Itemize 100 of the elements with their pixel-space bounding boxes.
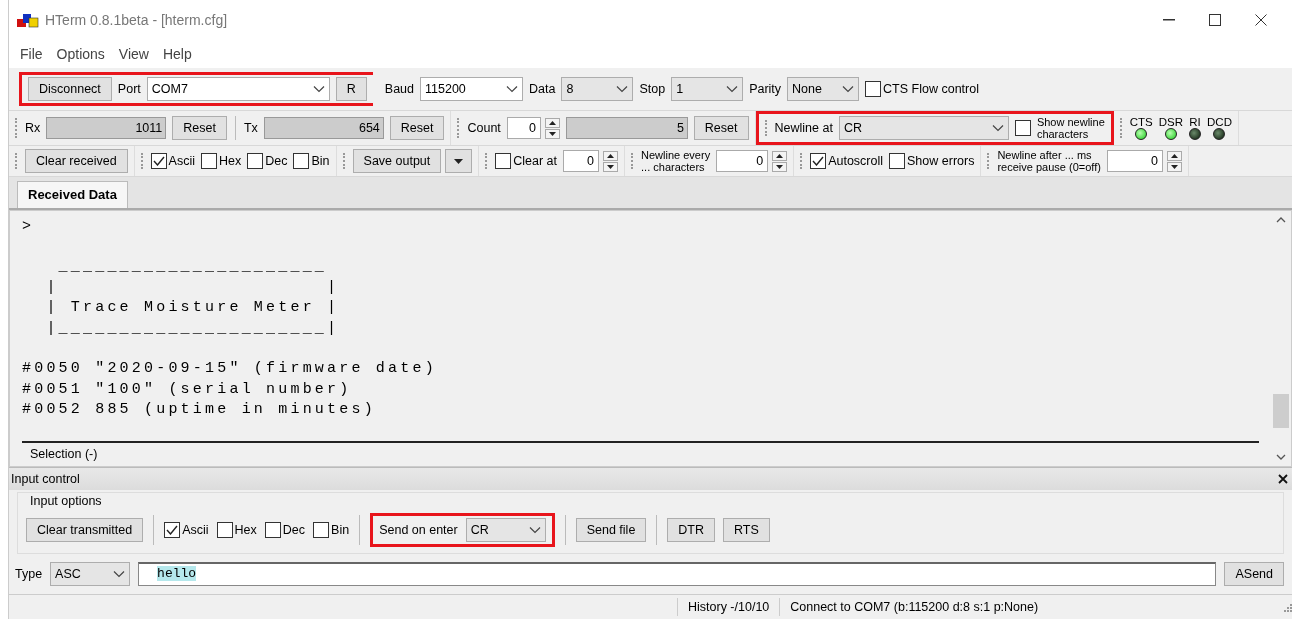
checkbox-option[interactable]: Clear at [495,151,558,171]
spin-up-button[interactable] [603,150,619,161]
button[interactable]: DTR [667,518,716,542]
menu-item[interactable]: View [111,41,156,67]
check-icon [812,156,825,166]
checkbox[interactable] [810,153,827,169]
field-label: Tx [243,119,258,137]
grip-handle[interactable] [764,120,769,136]
grip-handle[interactable] [1119,118,1124,138]
dropdown[interactable]: 115200 [420,77,523,101]
checkbox[interactable] [313,522,330,538]
spin-down-button[interactable] [603,161,619,172]
checkbox[interactable] [889,153,906,169]
status-text: Connect to COM7 (b:115200 d:8 s:1 p:None) [779,597,1282,617]
checkbox-option[interactable]: Autoscroll [810,151,884,171]
led-label: CTS [1129,116,1153,128]
checkbox[interactable] [293,153,310,169]
chevron-down-icon [528,526,541,534]
checkbox[interactable] [264,522,281,538]
up-arrow-icon [776,153,784,158]
button[interactable]: Clear transmitted [26,518,144,542]
button[interactable]: Reset [389,116,445,140]
grip-handle[interactable] [631,153,636,169]
checkbox-option[interactable]: Hex [216,520,257,540]
led-label: DCD [1207,116,1232,128]
checkbox-option[interactable]: Bin [313,520,350,540]
chevron-down-icon [842,85,855,93]
button[interactable]: RTS [723,518,770,542]
button[interactable]: Disconnect [28,77,112,101]
field-label: Send on enter [379,521,458,539]
terminal-line: #0051 "100" (serial number) [22,379,353,400]
field-label: Data [529,80,556,98]
checkbox-option[interactable]: Dec [264,520,306,540]
spin-down-button[interactable] [544,128,560,139]
button[interactable]: Reset [693,116,749,140]
menu-item[interactable]: Help [155,41,199,67]
checkbox[interactable] [150,153,167,169]
grip-handle[interactable] [15,153,19,169]
spin-down-button[interactable] [1166,161,1182,172]
chevron-down-icon [616,85,629,93]
checkbox-option[interactable]: Dec [247,151,288,171]
grip-handle[interactable] [15,118,19,138]
terminal-line: #0052 885 (uptime in minutes) [22,400,377,420]
grip-handle[interactable] [800,153,805,169]
checkbox[interactable] [201,153,217,169]
terminal-line: ______________________ [57,257,329,277]
terminal-line: | | [45,277,341,298]
spin-up-button[interactable] [772,150,788,161]
button[interactable]: Reset [172,116,227,140]
checkbox[interactable] [247,153,264,169]
grip-handle[interactable] [987,153,992,169]
counter-field: 654 [263,117,384,139]
checkbox-option[interactable]: Bin [293,151,330,171]
number-field[interactable]: 0 [563,150,600,172]
checkbox-option[interactable]: Show errors [889,151,975,171]
down-arrow-icon [548,131,556,136]
up-arrow-icon [607,153,615,158]
button[interactable]: Save output [352,149,442,173]
down-chevron-icon [1276,453,1286,460]
checkbox-option[interactable]: Show newline characters [1014,116,1105,140]
menu-item[interactable]: Options [49,41,112,67]
button[interactable]: Send file [575,518,647,542]
grip-handle[interactable] [485,153,490,169]
dropdown[interactable]: COM7 [146,77,330,101]
spin-up-button[interactable] [544,117,560,128]
grip-handle[interactable] [457,118,462,138]
field-label: Rx [25,119,41,137]
checkbox[interactable] [495,153,512,169]
spin-down-button[interactable] [772,161,788,172]
checkbox-option[interactable]: Hex [201,151,242,171]
checkbox[interactable] [865,81,882,97]
chevron-down-icon [726,85,739,93]
number-field[interactable]: 0 [716,150,769,172]
input-field[interactable]: hello [138,562,1217,586]
maximize-icon [1209,14,1221,26]
checkbox-option[interactable]: CTS Flow control [865,79,979,99]
dropdown[interactable]: ASC [50,562,131,586]
close-icon [1255,14,1267,26]
up-arrow-icon [548,120,556,125]
send-button[interactable]: ASend [1224,562,1284,586]
spin-up-button[interactable] [1166,150,1182,161]
number-field[interactable]: 0 [506,117,541,139]
scrollbar-thumb[interactable] [1273,393,1289,428]
checkbox[interactable] [216,522,233,538]
checkbox[interactable] [164,522,181,538]
grip-handle[interactable] [342,153,347,169]
chevron-down-icon [991,124,1004,132]
terminal-line: | Trace Moisture Meter | [45,298,341,318]
button[interactable]: Clear received [25,149,128,173]
dropdown-button[interactable] [445,149,473,173]
button[interactable]: R [335,77,367,101]
checkbox-option[interactable]: Ascii [164,520,209,540]
chevron-down-icon [312,85,325,93]
check-icon [166,525,179,535]
menu-item[interactable]: File [13,41,50,67]
tab[interactable]: Received Data [17,181,128,208]
checkbox[interactable] [1014,120,1031,136]
number-field[interactable]: 0 [1106,150,1163,172]
checkbox-option[interactable]: Ascii [150,151,195,171]
grip-handle[interactable] [140,153,145,169]
